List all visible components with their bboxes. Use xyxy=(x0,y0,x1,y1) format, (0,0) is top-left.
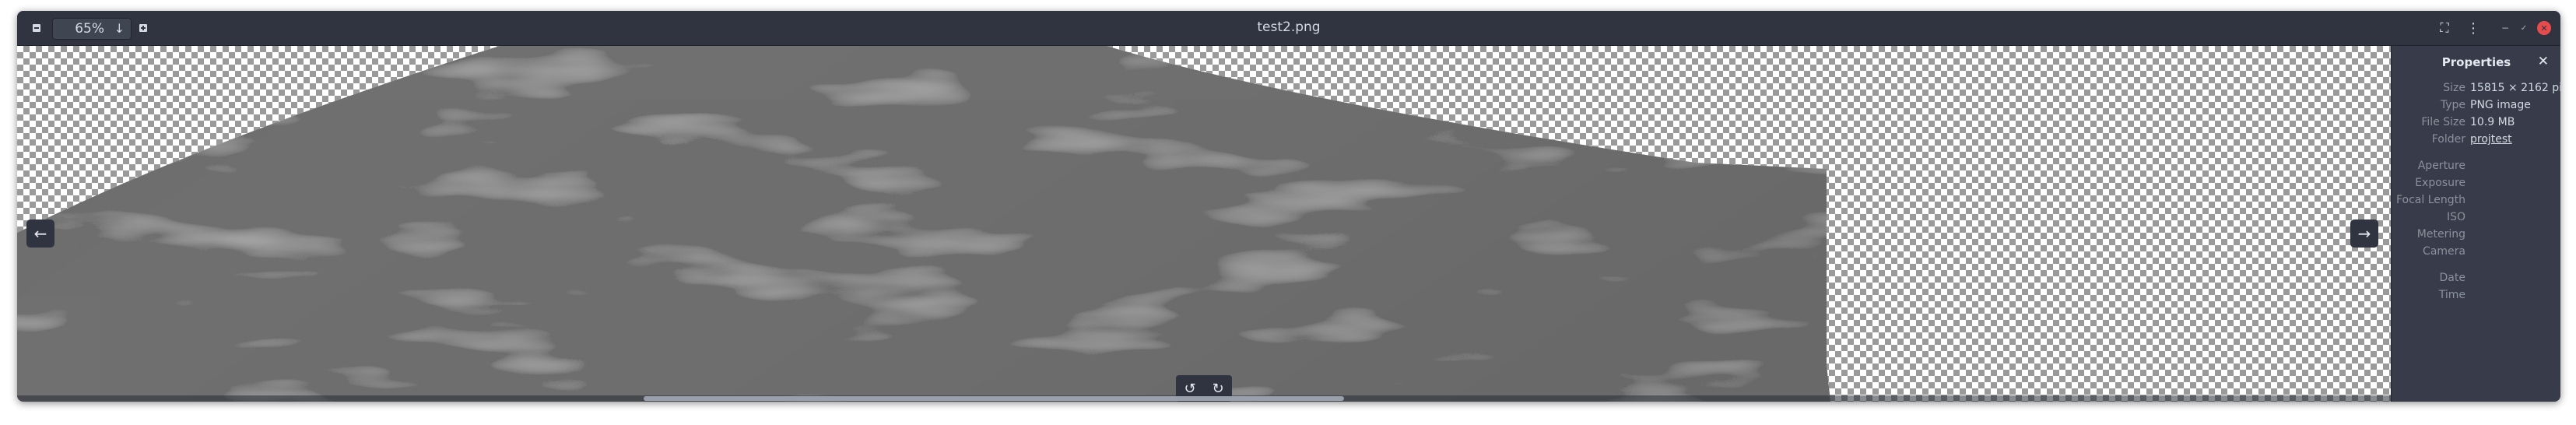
arrow-left-icon: ← xyxy=(33,224,47,243)
zoom-in-icon xyxy=(139,24,147,32)
property-label: Aperture xyxy=(2417,160,2465,172)
horizontal-scrollbar[interactable] xyxy=(17,395,2391,402)
property-row-focal-length: Focal Length xyxy=(2392,194,2560,209)
close-window-button[interactable]: ✕ xyxy=(2537,21,2551,35)
cloud-satellite-image xyxy=(17,46,1830,402)
property-row-size: Size 15815 × 2162 pixels xyxy=(2392,82,2560,97)
zoom-out-icon xyxy=(33,24,40,32)
previous-image-button[interactable]: ← xyxy=(26,220,54,248)
property-label: Size xyxy=(2443,82,2465,94)
property-value: 15815 × 2162 pixels xyxy=(2470,82,2560,94)
close-properties-button[interactable]: ✕ xyxy=(2538,54,2549,69)
folder-link[interactable]: projtest xyxy=(2470,133,2512,146)
property-row-exposure: Exposure xyxy=(2392,177,2560,192)
close-icon: ✕ xyxy=(2537,54,2549,69)
image-canvas[interactable]: ← → ↺ ↻ xyxy=(17,46,2391,402)
property-row-type: Type PNG image xyxy=(2392,99,2560,114)
property-label: Folder xyxy=(2431,133,2465,146)
property-label: ISO xyxy=(2446,211,2465,223)
image-viewer-window: 65% ↓ test2.png ⛶ ⋮ − ✓ ✕ ← → ↺ ↻ Proper… xyxy=(17,11,2560,402)
properties-title: Properties xyxy=(2441,55,2511,69)
property-row-aperture: Aperture xyxy=(2392,160,2560,175)
property-row-file-size: File Size 10.9 MB xyxy=(2392,116,2560,132)
property-row-camera: Camera xyxy=(2392,245,2560,261)
maximize-button[interactable]: ✓ xyxy=(2515,19,2532,37)
property-row-folder: Folder projtest xyxy=(2392,133,2560,149)
property-label: Focal Length xyxy=(2395,194,2465,206)
maximize-icon: ✓ xyxy=(2520,23,2528,33)
zoom-in-button[interactable] xyxy=(135,19,152,37)
property-label: File Size xyxy=(2421,116,2465,128)
property-label: Metering xyxy=(2416,228,2465,241)
menu-button[interactable]: ⋮ xyxy=(2465,19,2482,37)
rotate-right-icon: ↻ xyxy=(1212,380,1224,397)
rotate-left-icon: ↺ xyxy=(1184,380,1196,397)
zoom-down-arrow-icon: ↓ xyxy=(114,21,125,36)
fullscreen-button[interactable]: ⛶ xyxy=(2436,19,2453,37)
property-row-date: Date xyxy=(2392,272,2560,287)
zoom-level-value: 65% xyxy=(75,21,104,37)
header-bar: 65% ↓ test2.png ⛶ ⋮ − ✓ ✕ xyxy=(17,11,2560,46)
scrollbar-thumb[interactable] xyxy=(644,396,1344,401)
kebab-menu-icon: ⋮ xyxy=(2466,19,2480,37)
property-row-time: Time xyxy=(2392,289,2560,304)
property-row-iso: ISO xyxy=(2392,211,2560,227)
minimize-button[interactable]: − xyxy=(2497,19,2514,37)
property-row-metering: Metering xyxy=(2392,228,2560,244)
close-icon: ✕ xyxy=(2540,23,2548,33)
next-image-button[interactable]: → xyxy=(2350,220,2378,248)
window-title: test2.png xyxy=(1257,19,1321,35)
property-value: PNG image xyxy=(2470,99,2531,111)
zoom-out-button[interactable] xyxy=(28,19,45,37)
property-label: Exposure xyxy=(2415,177,2465,189)
arrow-right-icon: → xyxy=(2357,224,2371,243)
zoom-level-dropdown[interactable]: 65% ↓ xyxy=(52,18,132,40)
fullscreen-icon: ⛶ xyxy=(2440,20,2449,35)
minimize-icon: − xyxy=(2501,23,2510,33)
property-value: 10.9 MB xyxy=(2470,116,2515,128)
property-label: Type xyxy=(2440,99,2465,111)
property-label: Camera xyxy=(2423,245,2465,258)
properties-panel: Properties ✕ Size 15815 × 2162 pixels Ty… xyxy=(2391,46,2560,402)
property-label: Time xyxy=(2438,289,2465,301)
property-label: Date xyxy=(2439,272,2465,284)
